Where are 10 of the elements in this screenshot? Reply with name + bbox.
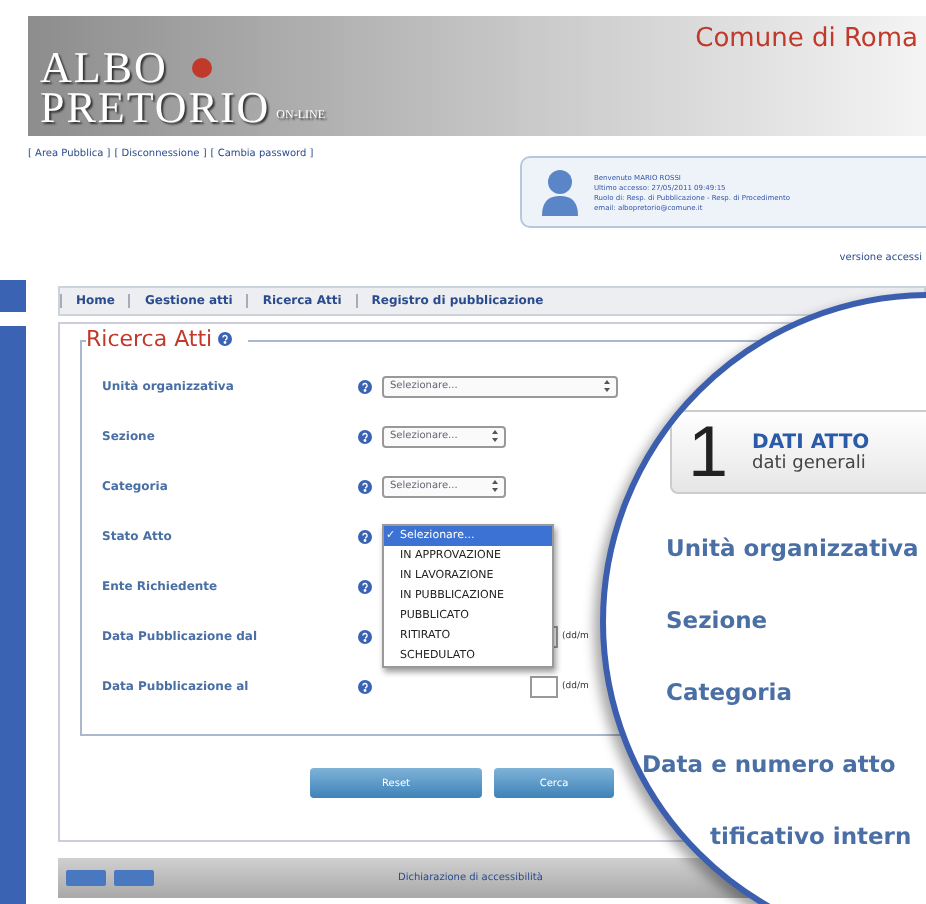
field-label: Categoria (666, 678, 793, 706)
field-label: Data e numero atto (642, 750, 896, 778)
city-title: Comune di Roma (695, 22, 920, 58)
field-label: Unità organizzativa (666, 534, 919, 562)
step-subtitle: dati generali (752, 453, 868, 473)
step-number: 1 (688, 416, 729, 488)
step-title: DATI ATTO (752, 431, 870, 453)
field-label: Sezione (666, 606, 768, 634)
field-label: tificativo intern (710, 822, 912, 850)
fieldset-title: Ricerca Atti (86, 326, 213, 352)
